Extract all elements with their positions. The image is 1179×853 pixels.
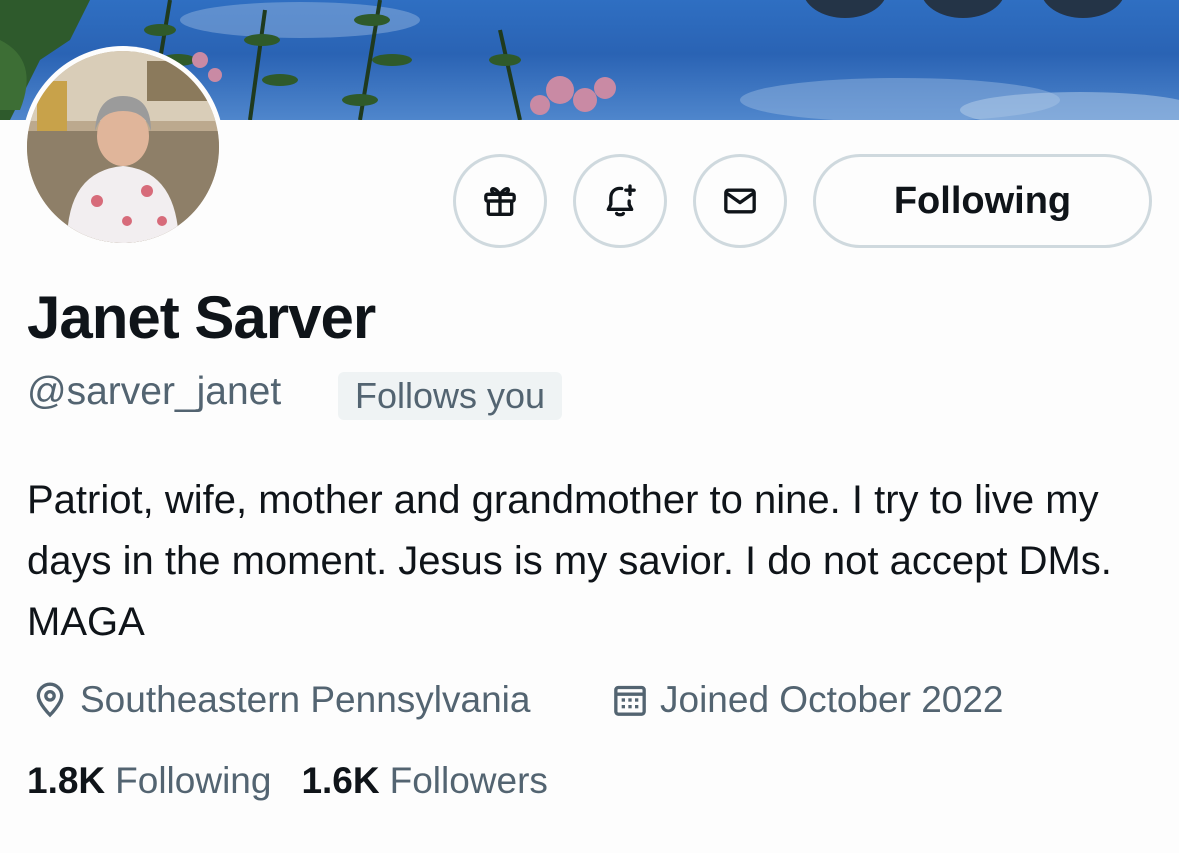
display-name: Janet Sarver [27,284,376,351]
profile-bio: Patriot, wife, mother and grandmother to… [27,478,1112,644]
avatar-photo [27,51,219,243]
followers-label: Followers [389,760,548,801]
followers-count: 1.6K [301,760,380,801]
calendar-icon [614,685,646,716]
envelope-icon [724,188,756,214]
location-pin-icon [36,682,64,718]
location: Southeastern Pennsylvania [30,675,530,725]
join-date: Joined October 2022 [610,675,1004,725]
gift-icon [484,186,516,216]
gift-button[interactable] [453,154,547,248]
location-text: Southeastern Pennsylvania [80,679,531,720]
username: @sarver_janet [27,370,282,413]
bell-plus-icon [606,184,636,217]
following-link[interactable]: 1.8K Following [27,760,271,802]
followers-link[interactable]: 1.6K Followers [301,760,547,802]
following-count: 1.8K [27,760,106,801]
following-button[interactable]: Following [813,154,1152,248]
follows-you-badge: Follows you [338,372,563,420]
message-button[interactable] [693,154,787,248]
following-label: Following [115,760,272,801]
avatar[interactable] [22,46,224,248]
follow-stats: 1.8K Following 1.6K Followers [27,760,548,802]
notifications-button[interactable] [573,154,667,248]
join-date-text: Joined October 2022 [660,679,1004,720]
